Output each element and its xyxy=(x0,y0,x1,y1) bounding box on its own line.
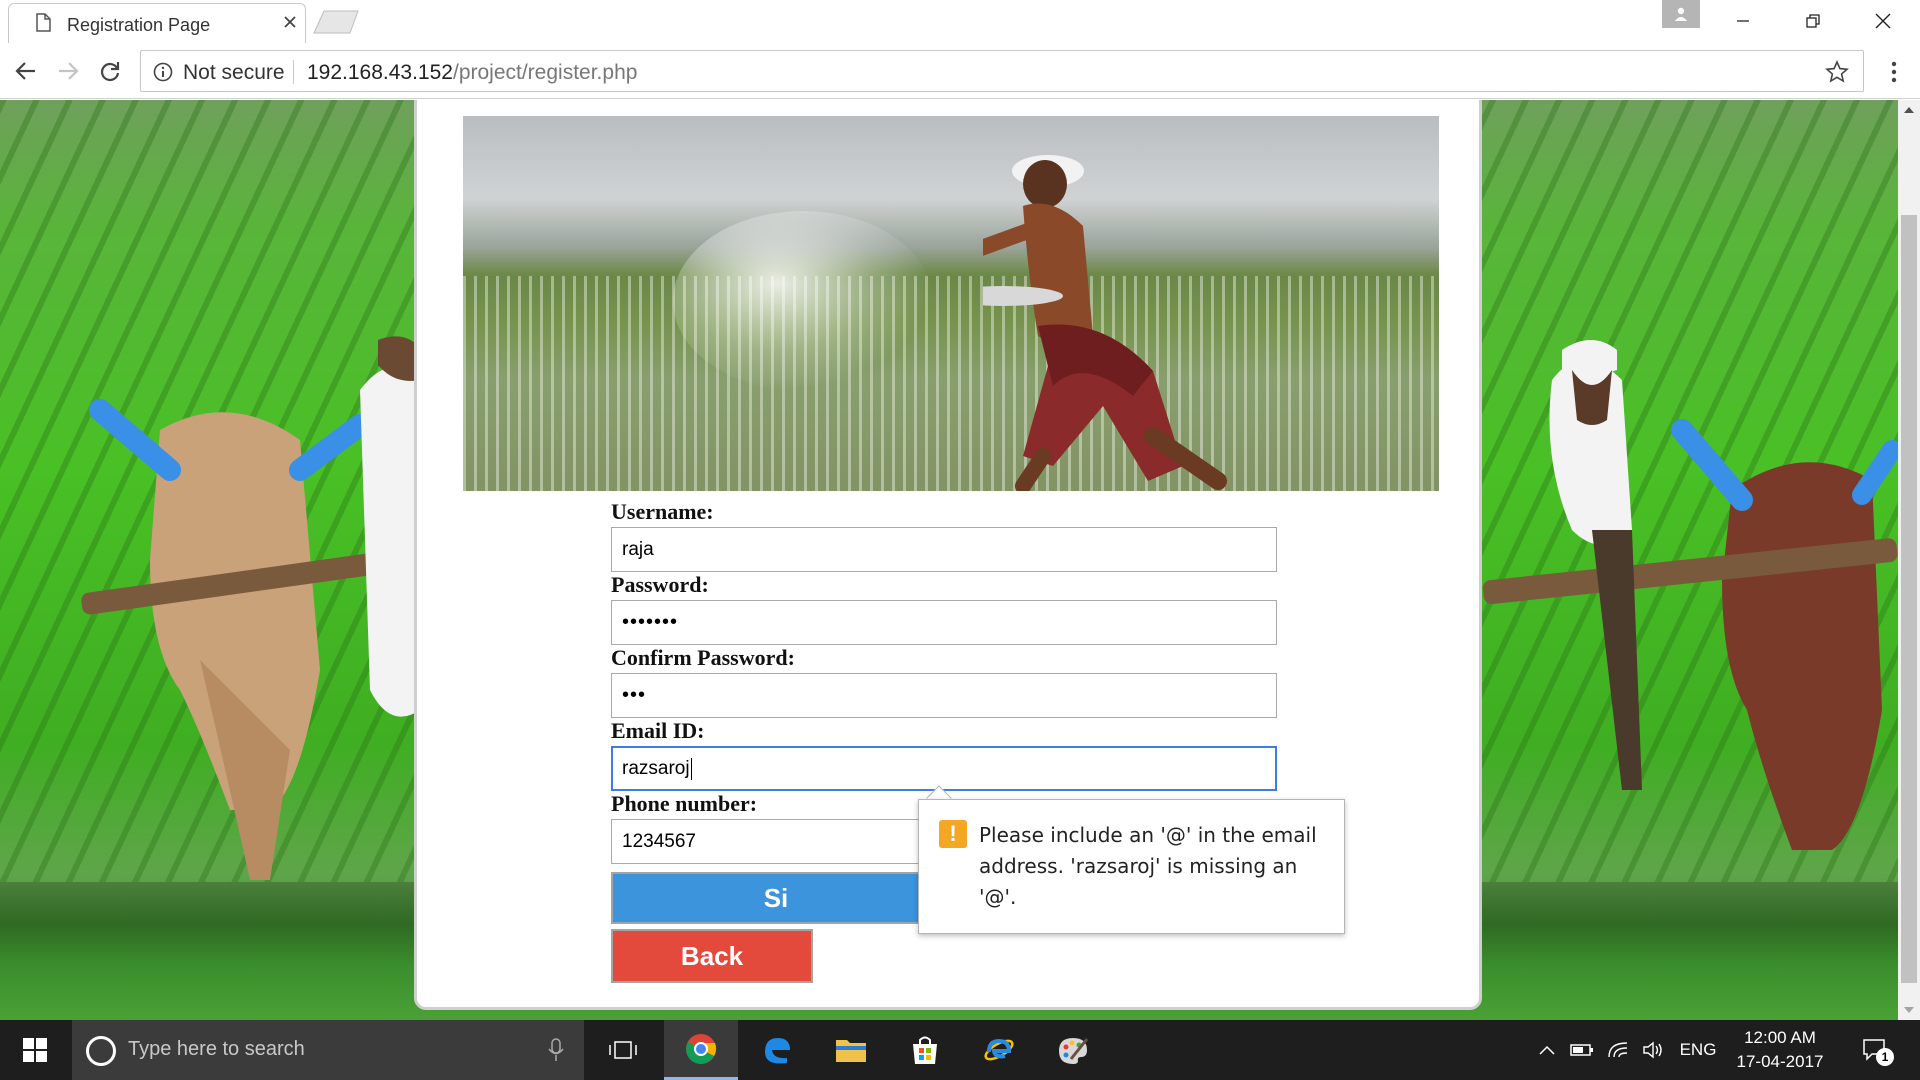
validation-message: Please include an '@' in the email addre… xyxy=(979,823,1317,909)
microphone-icon[interactable] xyxy=(548,1038,564,1062)
volume-button[interactable] xyxy=(1638,1020,1670,1080)
bookmark-star-icon[interactable] xyxy=(1825,60,1849,84)
browser-menu-button[interactable] xyxy=(1880,57,1908,87)
confirm-password-label: Confirm Password: xyxy=(611,645,795,670)
wifi-icon xyxy=(1608,1042,1628,1058)
scroll-up-arrow-icon[interactable] xyxy=(1898,100,1920,120)
battery-icon xyxy=(1570,1044,1593,1056)
clock-time: 12:00 AM xyxy=(1744,1028,1816,1047)
chevron-up-icon xyxy=(1539,1045,1555,1055)
farmer-sowing-banner-image xyxy=(463,116,1439,491)
tab-title: Registration Page xyxy=(67,15,211,35)
folder-icon xyxy=(836,1040,866,1062)
url-host: 192.168.43.152 xyxy=(307,61,453,84)
taskbar-paint[interactable] xyxy=(1036,1020,1110,1080)
close-tab-icon[interactable] xyxy=(281,13,299,31)
reload-button[interactable] xyxy=(94,55,126,87)
kebab-menu-icon xyxy=(1891,61,1897,83)
taskbar-search-box[interactable]: Type here to search xyxy=(72,1020,584,1080)
seed-spray xyxy=(673,211,933,391)
scrollbar-thumb[interactable] xyxy=(1901,215,1917,983)
username-label: Username: xyxy=(611,499,714,524)
reload-icon xyxy=(100,62,120,82)
chrome-icon xyxy=(686,1033,717,1064)
show-hidden-icons-button[interactable] xyxy=(1532,1020,1562,1080)
paddy-rows xyxy=(463,276,1439,491)
clock-date: 17-04-2017 xyxy=(1736,1052,1824,1071)
taskbar-store[interactable] xyxy=(888,1020,962,1080)
password-label: Password: xyxy=(611,572,709,597)
close-window-button[interactable] xyxy=(1850,0,1916,42)
close-icon xyxy=(1875,13,1891,29)
arrow-left-icon xyxy=(15,62,35,80)
email-validation-tooltip: ! Please include an '@' in the email add… xyxy=(918,799,1345,934)
tab-strip: Registration Page xyxy=(0,0,1920,43)
browser-tab[interactable]: Registration Page xyxy=(8,3,306,43)
taskbar-clock[interactable]: 12:00 AM 17-04-2017 xyxy=(1720,1026,1840,1074)
task-view-button[interactable] xyxy=(586,1020,660,1080)
windows-taskbar: Type here to search ENG 12:00 AM 17-04-2… xyxy=(0,1020,1920,1080)
windows-logo-icon xyxy=(23,1038,47,1062)
warning-icon: ! xyxy=(939,820,967,848)
browser-toolbar: Not secure 192.168.43.152/project/regist… xyxy=(0,43,1920,99)
text-caret xyxy=(690,757,692,780)
email-value: razsaroj xyxy=(622,758,690,779)
internet-explorer-icon xyxy=(984,1038,1014,1061)
info-icon[interactable] xyxy=(153,62,173,82)
forward-nav-button[interactable] xyxy=(52,55,84,87)
profile-button[interactable] xyxy=(1662,0,1700,28)
person-icon xyxy=(1675,7,1687,21)
scroll-down-arrow-icon[interactable] xyxy=(1898,1000,1920,1020)
action-center-button[interactable]: 1 xyxy=(1850,1020,1900,1080)
paint-palette-icon xyxy=(1059,1038,1089,1064)
email-label: Email ID: xyxy=(611,718,705,743)
cortana-circle-icon xyxy=(86,1036,116,1066)
email-input[interactable]: razsaroj xyxy=(611,746,1277,791)
arrow-right-icon xyxy=(59,62,79,80)
page-icon xyxy=(36,13,51,32)
phone-label: Phone number: xyxy=(611,791,758,816)
taskbar-chrome[interactable] xyxy=(664,1020,738,1080)
search-placeholder: Type here to search xyxy=(128,1038,305,1060)
wifi-button[interactable] xyxy=(1602,1020,1634,1080)
right-ox-plough-image xyxy=(1482,340,1898,850)
store-bag-icon xyxy=(913,1036,937,1064)
url-text[interactable]: 192.168.43.152/project/register.php xyxy=(307,61,637,85)
farmer-figure xyxy=(983,155,1227,491)
page-scrollbar[interactable] xyxy=(1898,100,1920,1020)
new-tab-button[interactable] xyxy=(312,9,362,35)
password-input[interactable]: ••••••• xyxy=(611,600,1277,645)
url-path: /project/register.php xyxy=(452,61,638,84)
back-nav-button[interactable] xyxy=(10,55,42,87)
taskbar-file-explorer[interactable] xyxy=(814,1020,888,1080)
input-language[interactable]: ENG xyxy=(1676,1020,1720,1080)
minimize-button[interactable] xyxy=(1710,0,1776,42)
security-label[interactable]: Not secure xyxy=(183,61,285,85)
taskbar-internet-explorer[interactable] xyxy=(962,1020,1036,1080)
notification-badge: 1 xyxy=(1876,1048,1894,1066)
confirm-password-input[interactable]: ••• xyxy=(611,673,1277,718)
speaker-icon xyxy=(1643,1041,1662,1059)
address-separator xyxy=(293,60,294,84)
taskbar-edge[interactable] xyxy=(740,1020,814,1080)
restore-icon xyxy=(1806,14,1820,28)
sign-up-button[interactable]: Si xyxy=(611,872,941,924)
address-bar[interactable]: Not secure 192.168.43.152/project/regist… xyxy=(140,50,1864,92)
edge-icon xyxy=(765,1038,790,1064)
username-input[interactable]: raja xyxy=(611,527,1277,572)
start-button[interactable] xyxy=(0,1020,70,1080)
restore-button[interactable] xyxy=(1780,0,1846,42)
back-button[interactable]: Back xyxy=(611,929,813,983)
task-view-icon xyxy=(609,1041,637,1059)
left-ox-plough-image xyxy=(81,336,420,880)
battery-button[interactable] xyxy=(1566,1020,1598,1080)
minimize-icon xyxy=(1737,20,1749,22)
